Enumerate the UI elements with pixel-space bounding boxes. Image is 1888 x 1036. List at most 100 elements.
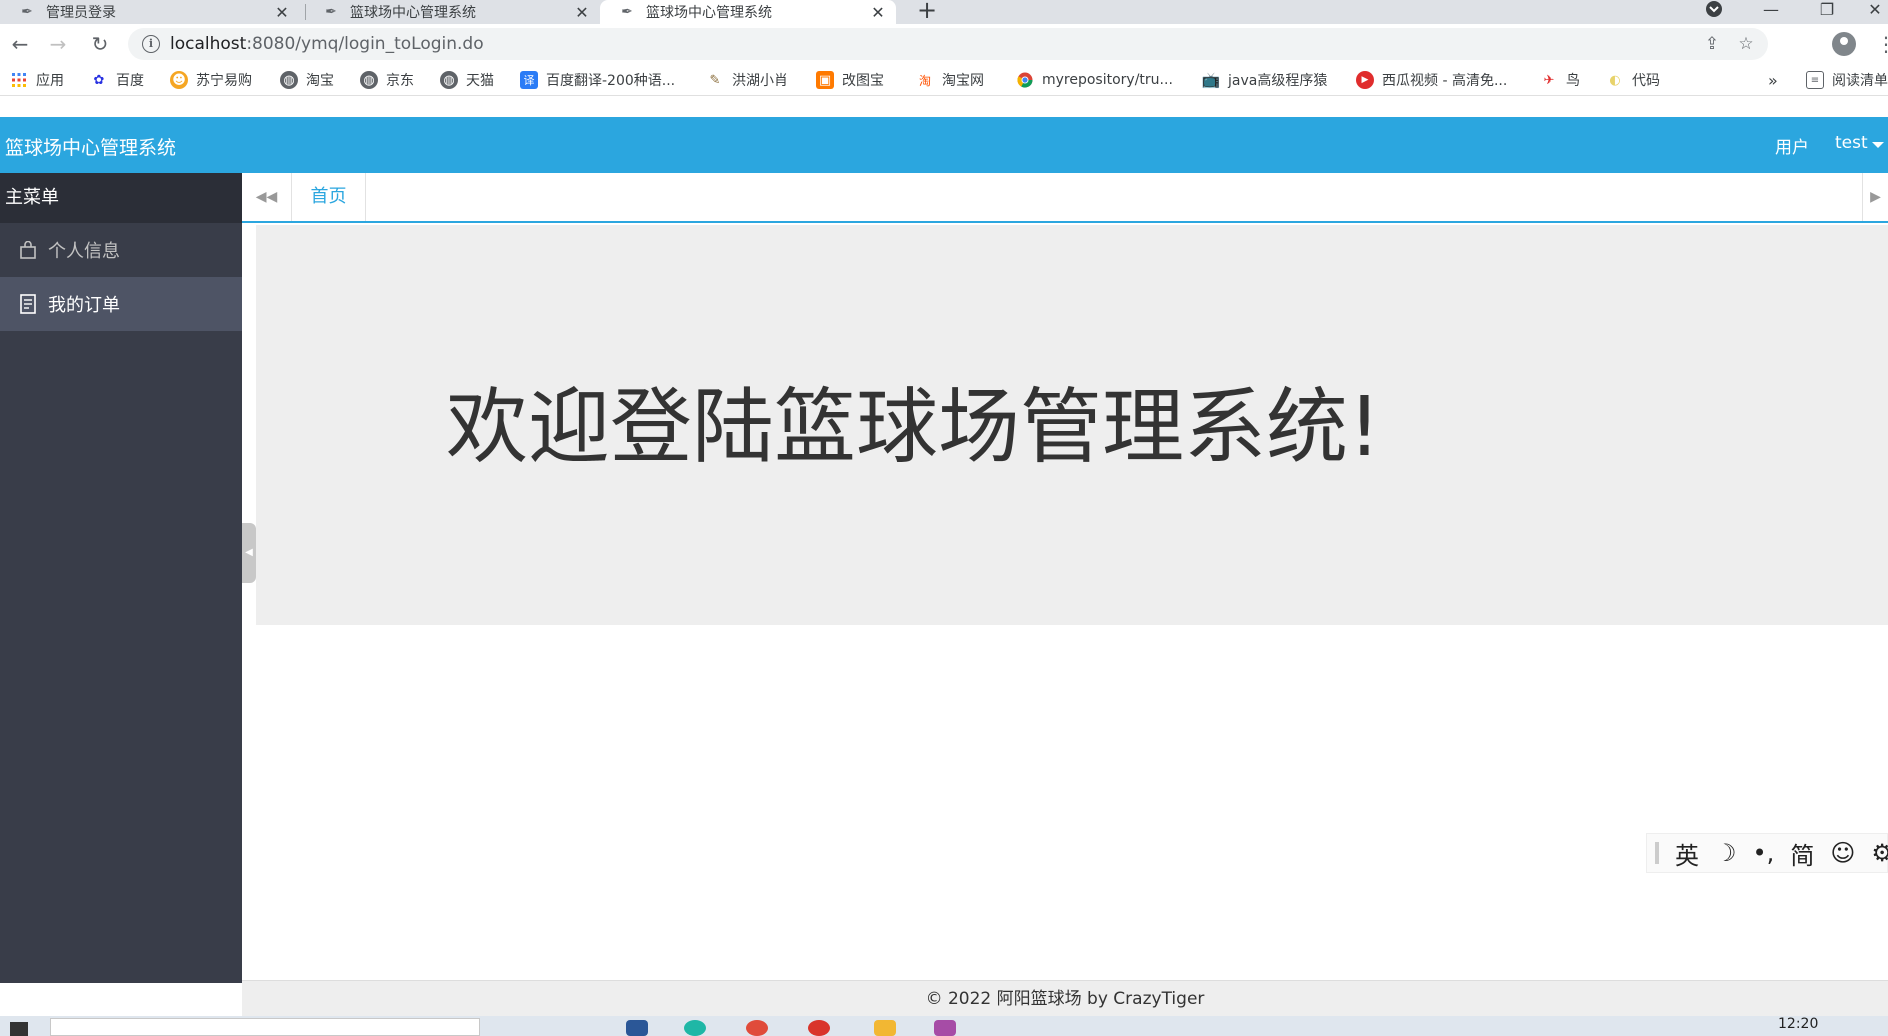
profile-avatar-icon[interactable] [1832, 32, 1856, 56]
suning-lion-icon: ☻ [170, 71, 188, 89]
bookmark-taobao-net[interactable]: 淘 淘宝网 [916, 70, 984, 90]
bookmark-tmall[interactable]: ◍ 天猫 [440, 70, 494, 90]
pen-icon: ✒ [621, 4, 633, 20]
bookmark-label: 淘宝网 [942, 73, 984, 89]
new-tab-button[interactable]: + [913, 0, 941, 22]
forward-icon[interactable]: → [46, 32, 70, 56]
play-icon: ▶ [1356, 71, 1374, 89]
minimize-icon[interactable]: — [1756, 0, 1786, 20]
restore-icon[interactable]: ❐ [1812, 0, 1842, 20]
os-taskbar: 12:20 [0, 1016, 1888, 1036]
bookmark-label: 京东 [386, 73, 414, 89]
url-path: :8080/ymq/login_toLogin.do [246, 34, 484, 54]
app-header: 篮球场中心管理系统 用户 test [0, 117, 1888, 173]
url-host: localhost [170, 34, 247, 54]
chrome-icon [1016, 71, 1034, 89]
tab-scroll-right-icon[interactable]: ▶ [1862, 173, 1888, 221]
ime-toolbar: 英 ☽ •, 简 ☺ ⚙ [1646, 833, 1888, 873]
punctuation-icon[interactable]: •, [1753, 839, 1775, 867]
sidebar-item-my-orders[interactable]: 我的订单 [0, 277, 242, 331]
taskbar-clock: 12:20 [1778, 1016, 1819, 1032]
browser-tab-basketball-2[interactable]: ✒ 篮球场中心管理系统 ✕ [600, 0, 896, 24]
close-icon[interactable]: ✕ [870, 3, 886, 22]
ime-simplified-toggle[interactable]: 简 [1790, 836, 1814, 871]
window-close-icon[interactable]: ✕ [1862, 0, 1888, 20]
pen-icon: ✒ [21, 4, 33, 20]
bookmark-taobao[interactable]: ◍ 淘宝 [280, 70, 334, 90]
windows-start-icon[interactable] [10, 1022, 28, 1036]
bookmark-suning[interactable]: ☻ 苏宁易购 [170, 70, 252, 90]
close-icon[interactable]: ✕ [274, 3, 290, 22]
taskbar-app-icon[interactable] [626, 1020, 648, 1036]
bookmarks-bar: 应用 ✿ 百度 ☻ 苏宁易购 ◍ 淘宝 ◍ 京东 ◍ 天猫 译 百度翻译-200… [0, 64, 1888, 96]
browser-tab-title: 篮球场中心管理系统 [350, 5, 476, 21]
tab-scroll-left-icon[interactable]: ◀◀ [242, 173, 292, 221]
translate-icon: 译 [520, 71, 538, 89]
globe-icon: ◍ [440, 71, 458, 89]
sidebar-item-personal-info[interactable]: 个人信息 [0, 223, 242, 277]
sidebar-heading: 主菜单 [0, 173, 242, 223]
bookmark-bird[interactable]: ✈ 鸟 [1540, 70, 1580, 90]
browser-tab-basketball-1[interactable]: ✒ 篮球场中心管理系统 ✕ [304, 0, 600, 24]
taskbar-app-icon[interactable] [874, 1020, 896, 1036]
bookmark-star-icon[interactable]: ☆ [1736, 34, 1756, 54]
taskbar-app-icon[interactable] [808, 1020, 830, 1036]
taskbar-app-icon[interactable] [934, 1020, 956, 1036]
bookmark-gaitubao[interactable]: ▣ 改图宝 [816, 70, 884, 90]
bookmark-label: 洪湖小肖 [732, 73, 788, 89]
header-username-menu[interactable]: test [1835, 133, 1868, 153]
ime-lang-toggle[interactable]: 英 [1675, 836, 1699, 871]
tab-home[interactable]: 首页 [292, 173, 366, 221]
bag-icon [18, 240, 38, 260]
bookmark-xigua[interactable]: ▶ 西瓜视频 - 高清免... [1356, 70, 1507, 90]
bookmark-apps[interactable]: 应用 [10, 70, 64, 90]
header-user-link[interactable]: 用户 [1775, 133, 1809, 158]
browser-tab-title: 管理员登录 [46, 5, 116, 21]
sidebar: 主菜单 个人信息 我的订单 [0, 173, 242, 983]
caret-down-icon[interactable] [1872, 142, 1884, 148]
browser-tab-admin-login[interactable]: ✒ 管理员登录 ✕ [0, 0, 300, 24]
bookmark-label: 淘宝 [306, 73, 334, 89]
app-title: 篮球场中心管理系统 [5, 137, 177, 159]
sidebar-item-label: 个人信息 [48, 241, 120, 262]
bookmark-baidu[interactable]: ✿ 百度 [90, 70, 144, 90]
baidu-paw-icon: ✿ [93, 72, 105, 88]
bookmark-baidu-translate[interactable]: 译 百度翻译-200种语... [520, 70, 675, 90]
globe-icon: ◍ [360, 71, 378, 89]
welcome-panel: 欢迎登陆篮球场管理系统! [256, 225, 1888, 625]
bookmarks-overflow-button[interactable]: » [1768, 70, 1778, 90]
emoji-icon[interactable]: ☺ [1830, 839, 1855, 867]
taskbar-app-icon[interactable] [746, 1020, 768, 1036]
bookmark-code[interactable]: ◐ 代码 [1606, 70, 1660, 90]
browser-toolbar: ← → ↻ i localhost:8080/ymq/login_toLogin… [0, 24, 1888, 64]
reading-list[interactable]: ≡ 阅读清单 [1806, 70, 1888, 90]
bookmark-label: 天猫 [466, 73, 494, 89]
reload-icon[interactable]: ↻ [88, 32, 112, 56]
sidebar-collapse-handle[interactable]: ◀ [242, 523, 256, 583]
bookmark-honghu[interactable]: ✎ 洪湖小肖 [706, 70, 788, 90]
ime-grip-handle[interactable] [1655, 842, 1659, 864]
bookmark-java[interactable]: 📺 java高级程序猿 [1201, 70, 1328, 90]
bird-icon: ✈ [1543, 72, 1555, 88]
reading-list-icon: ≡ [1806, 71, 1824, 89]
bookmark-myrepository[interactable]: myrepository/tru... [1016, 70, 1173, 90]
moon-icon[interactable]: ☽ [1715, 839, 1737, 867]
bookmark-label: 代码 [1632, 73, 1660, 89]
image-edit-icon: ▣ [816, 71, 834, 89]
reading-list-label: 阅读清单 [1832, 73, 1888, 89]
tab-search-icon[interactable] [1704, 0, 1724, 20]
bookmark-jd[interactable]: ◍ 京东 [360, 70, 414, 90]
share-icon[interactable]: ⇪ [1702, 34, 1722, 54]
bilibili-tv-icon: 📺 [1201, 71, 1221, 89]
taskbar-app-icon[interactable] [684, 1020, 706, 1036]
back-icon[interactable]: ← [8, 32, 32, 56]
page-footer: © 2022 阿阳篮球场 by CrazyTiger [242, 980, 1888, 1016]
browser-menu-icon[interactable]: ⋮ [1876, 32, 1888, 56]
welcome-heading: 欢迎登陆篮球场管理系统! [446, 380, 1381, 475]
settings-gear-icon[interactable]: ⚙ [1871, 839, 1888, 867]
close-icon[interactable]: ✕ [574, 3, 590, 22]
site-info-icon[interactable]: i [142, 35, 160, 53]
address-bar[interactable]: i localhost:8080/ymq/login_toLogin.do ⇪ … [128, 28, 1768, 60]
taskbar-search-box[interactable] [50, 1018, 480, 1036]
taobao-icon: 淘 [918, 73, 931, 88]
